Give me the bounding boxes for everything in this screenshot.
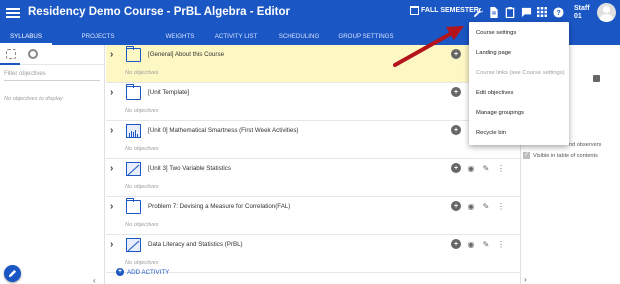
expand-chevron-icon[interactable]: › xyxy=(110,163,113,174)
list-item[interactable]: › [General] About this Course No objecti… xyxy=(106,45,520,83)
checkbox-checked-icon[interactable]: ✓ xyxy=(523,152,530,159)
activity-title[interactable]: [Unit 3] Two Variable Statistics xyxy=(148,165,231,172)
list-item[interactable]: › [Unit 3] Two Variable Statistics No ob… xyxy=(106,159,520,197)
activity-title[interactable]: Data Literacy and Statistics (PrBL) xyxy=(148,241,243,248)
visibility-eye-icon[interactable]: ◉ xyxy=(466,239,476,249)
edit-fab-button[interactable] xyxy=(4,265,21,282)
visibility-eye-icon[interactable]: ◉ xyxy=(466,201,476,211)
objectives-text: No objectives xyxy=(125,146,159,152)
row-actions: + ◉ ✎ ⋮ xyxy=(451,163,506,173)
add-icon[interactable]: + xyxy=(451,163,461,173)
collapse-left-icon[interactable]: ‹ xyxy=(93,276,96,284)
add-activity-button[interactable]: + ADD ACTIVITY xyxy=(116,268,169,276)
hamburger-menu-icon[interactable] xyxy=(6,6,20,20)
expand-chevron-icon[interactable]: › xyxy=(110,49,113,60)
menu-item-recycle-bin[interactable]: Recycle bin xyxy=(476,130,506,136)
add-circle-icon: + xyxy=(116,268,124,276)
objectives-text: No objectives xyxy=(125,70,159,76)
menu-item-edit-objectives[interactable]: Edit objectives xyxy=(476,90,513,96)
expand-chevron-icon[interactable]: › xyxy=(110,201,113,212)
more-vert-icon[interactable]: ⋮ xyxy=(496,201,506,211)
add-icon[interactable]: + xyxy=(451,125,461,135)
tab-syllabus[interactable]: SYLLABUS xyxy=(0,28,52,45)
menu-item-course-settings[interactable]: Course settings xyxy=(476,30,516,36)
add-icon[interactable]: + xyxy=(451,87,461,97)
objectives-text: No objectives xyxy=(125,222,159,228)
objectives-text: No objectives xyxy=(125,184,159,190)
apps-grid-icon[interactable] xyxy=(536,6,548,18)
pencil-icon xyxy=(8,269,17,278)
menu-item-landing-page[interactable]: Landing page xyxy=(476,50,511,56)
folder-icon xyxy=(126,46,141,62)
user-name: Staff 01 xyxy=(574,5,590,20)
settings-circle-icon[interactable] xyxy=(28,49,38,59)
semester-selector[interactable]: FALL SEMESTER xyxy=(410,6,479,15)
line-chart-icon xyxy=(126,162,141,176)
menu-item-course-links: Course links (see Course settings) xyxy=(476,70,565,76)
sidebar-tab-indicator xyxy=(0,63,20,65)
row-actions: + xyxy=(451,49,461,59)
more-vert-icon[interactable]: ⋮ xyxy=(496,239,506,249)
observers-text: nd observers xyxy=(569,142,602,148)
list-item[interactable]: › Problem 7: Devising a Measure for Corr… xyxy=(106,197,520,235)
folder-icon xyxy=(126,84,141,100)
add-icon[interactable]: + xyxy=(451,201,461,211)
activity-title[interactable]: [Unit 0] Mathematical Smartness (First W… xyxy=(148,127,299,134)
avatar[interactable] xyxy=(597,3,616,22)
edit-pencil-icon[interactable]: ✎ xyxy=(481,163,491,173)
more-vert-icon[interactable]: ⋮ xyxy=(496,163,506,173)
bar-chart-icon xyxy=(126,124,141,138)
row-actions: + xyxy=(451,87,461,97)
list-item[interactable]: › [Unit 0] Mathematical Smartness (First… xyxy=(106,121,520,159)
list-item[interactable]: › [Unit Template] No objectives + xyxy=(106,83,520,121)
calendar-icon xyxy=(410,6,419,15)
add-icon[interactable]: + xyxy=(451,49,461,59)
row-actions: + xyxy=(451,125,461,135)
help-icon[interactable]: ? xyxy=(552,6,564,18)
visible-in-toc-checkbox[interactable]: ✓ Visible in table of contents xyxy=(523,152,598,159)
objectives-sidebar: Filter objectives No objectives to displ… xyxy=(0,45,105,284)
semester-label: FALL SEMESTER xyxy=(421,7,479,14)
activity-title[interactable]: Problem 7: Devising a Measure for Correl… xyxy=(148,203,290,210)
tab-weights[interactable]: WEIGHTS xyxy=(154,28,206,45)
expand-chevron-icon[interactable]: › xyxy=(110,239,113,250)
tab-projects[interactable]: PROJECTS xyxy=(72,28,124,45)
panel-options-icon[interactable] xyxy=(593,75,600,82)
activity-title[interactable]: [General] About this Course xyxy=(148,51,224,58)
objectives-icon[interactable] xyxy=(6,49,16,59)
add-icon[interactable]: + xyxy=(451,239,461,249)
checkbox-label: Visible in table of contents xyxy=(533,152,598,159)
edit-pencil-icon[interactable]: ✎ xyxy=(481,239,491,249)
empty-objectives-text: No objectives to display xyxy=(4,96,63,102)
objectives-text: No objectives xyxy=(125,108,159,114)
expand-chevron-icon[interactable]: › xyxy=(110,125,113,136)
visibility-eye-icon[interactable]: ◉ xyxy=(466,163,476,173)
tab-activity-list[interactable]: ACTIVITY LIST xyxy=(204,28,268,45)
wrench-icon[interactable] xyxy=(472,6,484,18)
row-actions: + ◉ ✎ ⋮ xyxy=(451,239,506,249)
line-chart-icon xyxy=(126,238,141,252)
svg-text:?: ? xyxy=(556,7,561,16)
activity-title[interactable]: [Unit Template] xyxy=(148,89,189,96)
toolbar-icons: ? xyxy=(472,6,564,18)
comment-icon[interactable] xyxy=(520,6,532,18)
activity-list: › [General] About this Course No objecti… xyxy=(106,45,520,284)
row-actions: + ◉ ✎ ⋮ xyxy=(451,201,506,211)
expand-right-icon[interactable]: › xyxy=(524,275,527,284)
app-title: Residency Demo Course - PrBL Algebra - E… xyxy=(28,6,291,18)
folder-icon xyxy=(126,198,141,214)
clipboard-icon[interactable] xyxy=(504,6,516,18)
menu-item-manage-groupings[interactable]: Manage groupings xyxy=(476,110,524,116)
tab-scheduling[interactable]: SCHEDULING xyxy=(272,28,326,45)
document-icon[interactable] xyxy=(488,6,500,18)
expand-chevron-icon[interactable]: › xyxy=(110,87,113,98)
filter-objectives-input[interactable]: Filter objectives xyxy=(4,71,100,81)
objectives-text: No objectives xyxy=(125,260,159,266)
settings-dropdown-menu: Course settings Landing page Course link… xyxy=(469,22,569,145)
sidebar-tabs xyxy=(0,45,104,65)
add-activity-label: ADD ACTIVITY xyxy=(127,268,170,276)
edit-pencil-icon[interactable]: ✎ xyxy=(481,201,491,211)
tab-group-settings[interactable]: GROUP SETTINGS xyxy=(336,28,396,45)
